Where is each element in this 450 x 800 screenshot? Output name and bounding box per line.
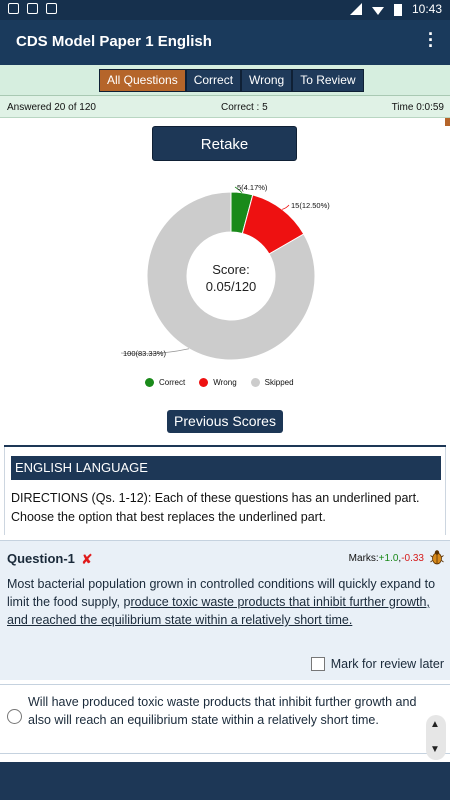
answered-count: Answered 20 of 120 [7, 102, 96, 113]
legend-label-correct: Correct [159, 378, 186, 387]
previous-scores-button[interactable]: Previous Scores [167, 410, 283, 433]
mark-review-label: Mark for review later [330, 657, 444, 671]
scroll-down-icon[interactable]: ▼ [430, 744, 440, 755]
score-donut-chart: 5(4.17%) 15(12.50%) 100(83.33%) Score: 0.05/… [120, 183, 330, 361]
score-title: Score: [212, 262, 250, 277]
score-chart: 5(4.17%) 15(12.50%) 100(83.33%) Score: 0.05/… [110, 178, 350, 398]
page-title: CDS Model Paper 1 English [16, 33, 212, 50]
scroll-up-icon[interactable]: ▲ [430, 719, 440, 730]
overflow-menu-icon[interactable]: · · · [426, 25, 436, 55]
legend-swatch-wrong [199, 378, 209, 387]
marks-label: Marks: [348, 553, 379, 564]
filter-bar: All Questions Correct Wrong To Review [0, 65, 450, 96]
section-panel: ENGLISH LANGUAGE DIRECTIONS (Qs. 1-12): … [4, 447, 446, 535]
mark-review-checkbox[interactable] [310, 657, 325, 671]
tab-correct[interactable]: Correct [185, 69, 242, 92]
download-icon [46, 3, 57, 14]
slice-label-skipped: 100(83.33%) [123, 349, 166, 358]
slice-label-wrong: 15(12.50%) [291, 201, 330, 210]
option-radio[interactable] [7, 709, 22, 724]
notification-icon [8, 3, 19, 14]
wifi-icon [371, 7, 384, 15]
legend-item-wrong: Wrong [199, 378, 237, 387]
wrong-answer-icon: ✘ [81, 551, 93, 567]
chart-legend: Correct Wrong Skipped [145, 378, 294, 387]
battery-icon [393, 3, 402, 16]
elapsed-time: Time 0:0:59 [391, 102, 444, 113]
question-card: Question-1 ✘ Marks:+1.0,-0.33 Most bacte… [0, 540, 450, 680]
retake-button[interactable]: Retake [152, 126, 297, 161]
tab-all-questions[interactable]: All Questions [99, 69, 186, 92]
correct-count: Correct : 5 [221, 102, 268, 113]
legend-item-correct: Correct [145, 378, 185, 387]
slice-label-correct: 5(4.17%) [237, 183, 268, 192]
section-directions: DIRECTIONS (Qs. 1-12): Each of these que… [11, 491, 420, 524]
marks-positive: +1.0 [378, 553, 399, 564]
report-bug-icon[interactable] [430, 549, 444, 565]
clock: 10:43 [411, 2, 442, 16]
mark-review-toggle[interactable]: Mark for review later [310, 657, 444, 671]
section-heading: ENGLISH LANGUAGE [11, 456, 441, 480]
legend-swatch-correct [145, 378, 154, 387]
scrollbar-thumb[interactable] [445, 118, 450, 126]
question-title: Question-1 [7, 551, 75, 566]
option-text: Will have produced toxic waste products … [28, 695, 417, 727]
slice-leader-line-wrong [282, 204, 290, 210]
legend-label-skipped: Skipped [264, 378, 294, 387]
score-value: 0.05/120 [206, 279, 257, 294]
app-bar: CDS Model Paper 1 English · · · [0, 20, 450, 65]
marks-negative: -0.33 [401, 553, 424, 564]
bottom-bar [0, 762, 450, 800]
status-bar: 10:43 [0, 0, 450, 20]
info-bar: Answered 20 of 120 Correct : 5 Time 0:0:… [0, 96, 450, 118]
legend-item-skipped: Skipped [250, 378, 294, 387]
legend-label-wrong: Wrong [213, 378, 237, 387]
page-scroller[interactable]: ▲ ▼ [426, 715, 446, 760]
tab-wrong[interactable]: Wrong [241, 69, 293, 92]
question-text: Most bacterial population grown in contr… [7, 575, 435, 629]
question-marks: Marks:+1.0,-0.33 [349, 553, 424, 564]
image-icon [27, 3, 38, 14]
tab-to-review[interactable]: To Review [292, 69, 364, 92]
legend-swatch-skipped [250, 378, 260, 387]
signal-icon [349, 3, 362, 15]
answer-option[interactable]: Will have produced toxic waste products … [0, 684, 450, 754]
